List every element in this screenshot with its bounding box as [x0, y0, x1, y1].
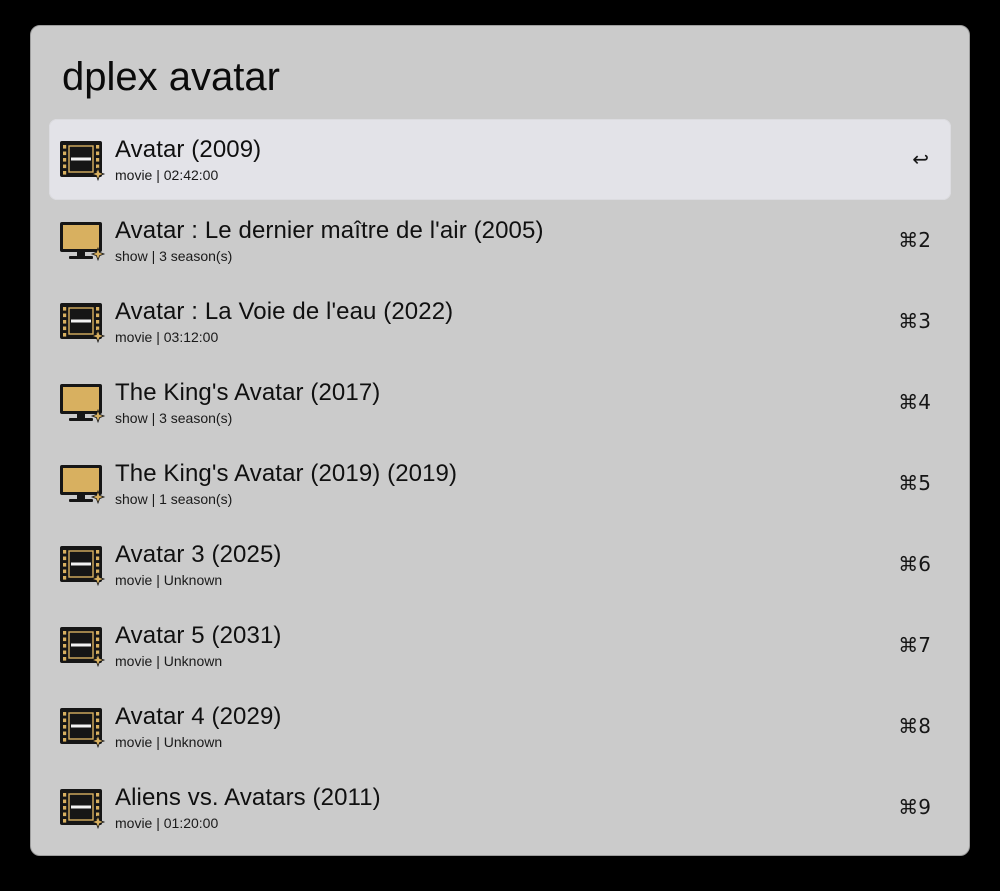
- shortcut-hint: ⌘3: [898, 309, 931, 333]
- result-item[interactable]: Aliens vs. Avatars (2011) movie | 01:20:…: [49, 767, 951, 848]
- result-subtitle: movie | 02:42:00: [115, 167, 219, 183]
- shortcut-hint: ⌘2: [898, 228, 931, 252]
- result-item[interactable]: The King's Avatar (2019) (2019) show | 1…: [49, 443, 951, 524]
- result-item[interactable]: The King's Avatar (2017) show | 3 season…: [49, 362, 951, 443]
- shortcut-hint: ⌘5: [898, 471, 931, 495]
- shortcut-hint: ⌘9: [898, 795, 931, 819]
- result-title: The King's Avatar (2017): [115, 379, 381, 406]
- film-icon: [59, 543, 107, 587]
- film-icon: [59, 786, 107, 830]
- result-title: Avatar 5 (2031): [115, 622, 282, 649]
- result-title: Avatar (2009): [115, 136, 262, 163]
- result-title: Avatar 4 (2029): [115, 703, 282, 730]
- result-subtitle: movie | Unknown: [115, 572, 223, 588]
- result-subtitle: movie | Unknown: [115, 653, 223, 669]
- results-list: Avatar (2009) movie | 02:42:00 ↩ Avatar …: [49, 119, 951, 848]
- shortcut-hint: ⌘6: [898, 552, 931, 576]
- result-item[interactable]: Avatar 3 (2025) movie | Unknown ⌘6: [49, 524, 951, 605]
- result-subtitle: movie | 03:12:00: [115, 329, 219, 345]
- result-item[interactable]: Avatar 5 (2031) movie | Unknown ⌘7: [49, 605, 951, 686]
- result-title: Avatar 3 (2025): [115, 541, 282, 568]
- result-item[interactable]: Avatar : Le dernier maître de l'air (200…: [49, 200, 951, 281]
- result-subtitle: movie | 01:20:00: [115, 815, 219, 831]
- launcher-window: Avatar (2009) movie | 02:42:00 ↩ Avatar …: [30, 25, 970, 856]
- result-item[interactable]: Avatar 4 (2029) movie | Unknown ⌘8: [49, 686, 951, 767]
- film-icon: [59, 705, 107, 749]
- result-item[interactable]: Avatar (2009) movie | 02:42:00 ↩: [49, 119, 951, 200]
- search-input[interactable]: [62, 52, 922, 102]
- film-icon: [59, 138, 107, 182]
- return-key-icon: ↩: [912, 147, 929, 171]
- tv-icon: [59, 219, 107, 263]
- tv-icon: [59, 462, 107, 506]
- shortcut-hint: ⌘8: [898, 714, 931, 738]
- tv-icon: [59, 381, 107, 425]
- result-subtitle: show | 3 season(s): [115, 248, 233, 264]
- result-title: Avatar : Le dernier maître de l'air (200…: [115, 217, 544, 244]
- result-subtitle: show | 3 season(s): [115, 410, 233, 426]
- film-icon: [59, 300, 107, 344]
- film-icon: [59, 624, 107, 668]
- result-subtitle: movie | Unknown: [115, 734, 223, 750]
- shortcut-hint: ⌘4: [898, 390, 931, 414]
- result-title: The King's Avatar (2019) (2019): [115, 460, 458, 487]
- result-title: Aliens vs. Avatars (2011): [115, 784, 381, 811]
- result-title: Avatar : La Voie de l'eau (2022): [115, 298, 454, 325]
- result-subtitle: show | 1 season(s): [115, 491, 233, 507]
- result-item[interactable]: Avatar : La Voie de l'eau (2022) movie |…: [49, 281, 951, 362]
- shortcut-hint: ⌘7: [898, 633, 931, 657]
